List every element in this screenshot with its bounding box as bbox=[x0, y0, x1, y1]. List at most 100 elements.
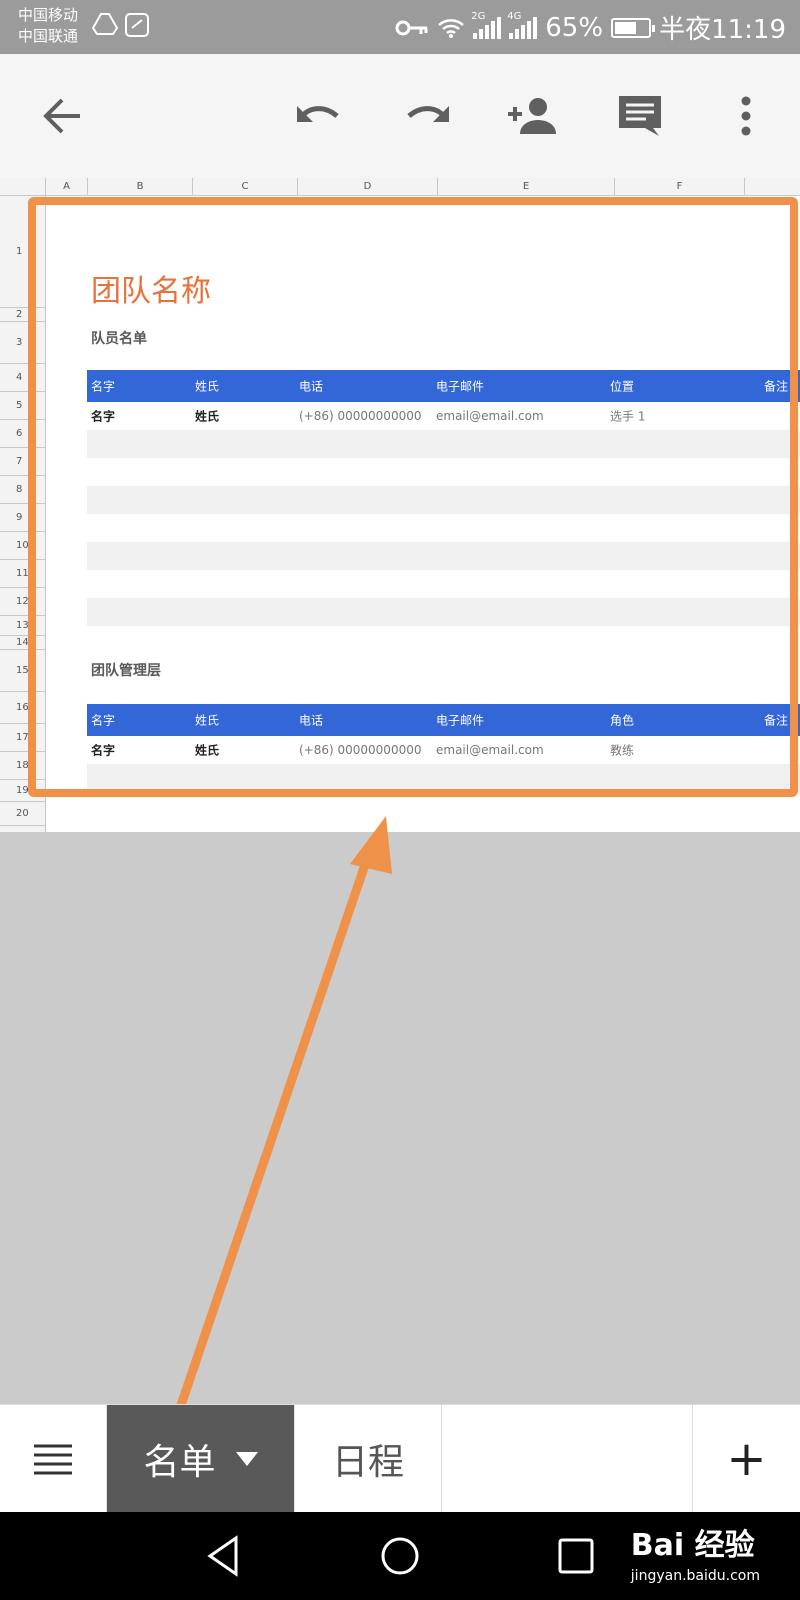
menu-icon[interactable] bbox=[0, 1405, 107, 1513]
row-number[interactable]: 19 bbox=[0, 780, 46, 802]
table-header-row: 名字 姓氏 电话 电子邮件 角色 备注 bbox=[87, 704, 800, 736]
comment-icon[interactable] bbox=[610, 86, 670, 146]
table-row[interactable]: 名字 姓氏 (+86) 00000000000 email@email.com … bbox=[87, 736, 800, 764]
row-number[interactable]: 17 bbox=[0, 724, 46, 752]
spreadsheet-canvas[interactable]: A B C D E F 1 2 3 4 5 6 7 8 9 10 11 12 1… bbox=[0, 178, 800, 832]
drive-icon bbox=[92, 13, 118, 35]
row-number[interactable]: 5 bbox=[0, 392, 46, 420]
watermark-url: jingyan.baidu.com bbox=[630, 1568, 760, 1584]
carrier-1: 中国移动 bbox=[18, 6, 79, 24]
recents-nav-icon[interactable] bbox=[552, 1532, 600, 1580]
column-header[interactable]: A bbox=[46, 178, 88, 196]
signal-4g-icon: 4G bbox=[507, 11, 538, 39]
cell[interactable]: (+86) 00000000000 bbox=[299, 409, 421, 423]
column-headers: A B C D E F bbox=[0, 178, 800, 196]
table-row[interactable] bbox=[87, 570, 800, 598]
row-number[interactable]: 11 bbox=[0, 560, 46, 588]
system-nav-bar: Bai 经验 jingyan.baidu.com bbox=[0, 1512, 800, 1600]
cell[interactable]: email@email.com bbox=[436, 743, 544, 757]
row-headers: 1 2 3 4 5 6 7 8 9 10 11 12 13 14 15 16 1… bbox=[0, 196, 46, 832]
header-cell[interactable]: 电子邮件 bbox=[436, 712, 484, 729]
clock: 半夜11:19 bbox=[659, 15, 786, 45]
cell[interactable]: 名字 bbox=[91, 742, 115, 759]
column-header[interactable]: E bbox=[438, 178, 615, 196]
link-app-icon bbox=[125, 13, 149, 37]
management-section-label[interactable]: 团队管理层 bbox=[91, 660, 161, 680]
add-sheet-button[interactable]: + bbox=[692, 1405, 800, 1513]
management-table: 名字 姓氏 电话 电子邮件 角色 备注 名字 姓氏 (+86) 00000000… bbox=[87, 704, 800, 792]
team-name-title[interactable]: 团队名称 bbox=[91, 266, 211, 310]
chevron-down-icon[interactable] bbox=[235, 1452, 258, 1466]
roster-section-label[interactable]: 队员名单 bbox=[91, 328, 147, 348]
row-number[interactable]: 3 bbox=[0, 322, 46, 364]
watermark-logo: Bai 经验 bbox=[630, 1528, 755, 1563]
table-header-row: 名字 姓氏 电话 电子邮件 位置 备注 bbox=[87, 370, 800, 402]
row-number[interactable]: 20 bbox=[0, 802, 46, 826]
tab-schedule[interactable]: 日程 bbox=[295, 1405, 442, 1513]
back-nav-icon[interactable] bbox=[200, 1532, 248, 1580]
row-number[interactable]: 4 bbox=[0, 364, 46, 392]
sheet-content[interactable]: 团队名称 队员名单 名字 姓氏 电话 电子邮件 位置 备注 名字 姓氏 (+86… bbox=[46, 196, 800, 832]
row-number[interactable]: 10 bbox=[0, 532, 46, 560]
row-number[interactable]: 9 bbox=[0, 504, 46, 532]
table-row[interactable] bbox=[87, 542, 800, 570]
cell[interactable]: 选手 1 bbox=[610, 408, 645, 425]
header-cell[interactable]: 备注 bbox=[764, 712, 788, 729]
table-row[interactable] bbox=[87, 430, 800, 458]
column-header[interactable]: C bbox=[193, 178, 298, 196]
row-number[interactable]: 14 bbox=[0, 636, 46, 650]
header-cell[interactable]: 姓氏 bbox=[195, 378, 219, 395]
cell[interactable]: 姓氏 bbox=[195, 408, 219, 425]
column-header[interactable]: D bbox=[298, 178, 438, 196]
signal-2g-icon: 2G bbox=[471, 11, 502, 39]
header-cell[interactable]: 电话 bbox=[299, 712, 323, 729]
table-row[interactable]: 名字 姓氏 (+86) 00000000000 email@email.com … bbox=[87, 402, 800, 430]
header-cell[interactable]: 角色 bbox=[610, 712, 634, 729]
status-right: 2G 4G 65% 半夜11:19 bbox=[395, 9, 786, 46]
header-cell[interactable]: 备注 bbox=[764, 378, 788, 395]
cell[interactable]: (+86) 00000000000 bbox=[299, 743, 421, 757]
header-cell[interactable]: 姓氏 bbox=[195, 712, 219, 729]
row-number[interactable]: 16 bbox=[0, 692, 46, 724]
app-toolbar bbox=[0, 54, 800, 178]
corner-cell[interactable] bbox=[0, 178, 46, 196]
row-number[interactable]: 18 bbox=[0, 752, 46, 780]
tab-roster-label: 名单 bbox=[143, 1442, 216, 1483]
table-row[interactable] bbox=[87, 458, 800, 486]
tab-roster[interactable]: 名单 bbox=[107, 1405, 295, 1513]
row-number[interactable]: 15 bbox=[0, 650, 46, 692]
cell[interactable]: 教练 bbox=[610, 742, 634, 759]
header-cell[interactable]: 名字 bbox=[91, 712, 115, 729]
home-nav-icon[interactable] bbox=[376, 1532, 424, 1580]
column-header[interactable]: F bbox=[615, 178, 745, 196]
table-row[interactable] bbox=[87, 514, 800, 542]
row-number[interactable]: 6 bbox=[0, 420, 46, 448]
arrow-back-icon[interactable] bbox=[32, 86, 92, 146]
table-row[interactable] bbox=[87, 764, 800, 792]
net-4g-label: 4G bbox=[507, 10, 522, 22]
row-number[interactable]: 2 bbox=[0, 308, 46, 322]
add-person-icon[interactable] bbox=[502, 86, 562, 146]
row-number[interactable]: 1 bbox=[0, 196, 46, 308]
header-cell[interactable]: 名字 bbox=[91, 378, 115, 395]
undo-icon[interactable] bbox=[290, 86, 350, 146]
cell[interactable]: 姓氏 bbox=[195, 742, 219, 759]
more-vert-icon[interactable] bbox=[716, 86, 776, 146]
header-cell[interactable]: 电子邮件 bbox=[436, 378, 484, 395]
cell[interactable]: 名字 bbox=[91, 408, 115, 425]
row-number[interactable]: 13 bbox=[0, 616, 46, 636]
row-number[interactable]: 8 bbox=[0, 476, 46, 504]
carrier-info: 中国移动 中国联通 bbox=[18, 5, 78, 47]
header-cell[interactable]: 电话 bbox=[299, 378, 323, 395]
row-number[interactable]: 12 bbox=[0, 588, 46, 616]
table-row[interactable] bbox=[87, 598, 800, 626]
cell[interactable]: email@email.com bbox=[436, 409, 544, 423]
redo-icon[interactable] bbox=[396, 86, 456, 146]
battery-percent: 65% bbox=[545, 12, 604, 43]
status-bar: 中国移动 中国联通 2G 4G 65% 半夜11:19 bbox=[0, 0, 800, 54]
column-header[interactable]: B bbox=[88, 178, 193, 196]
header-cell[interactable]: 位置 bbox=[610, 378, 634, 395]
table-row[interactable] bbox=[87, 486, 800, 514]
roster-table: 名字 姓氏 电话 电子邮件 位置 备注 名字 姓氏 (+86) 00000000… bbox=[87, 370, 800, 626]
row-number[interactable]: 7 bbox=[0, 448, 46, 476]
